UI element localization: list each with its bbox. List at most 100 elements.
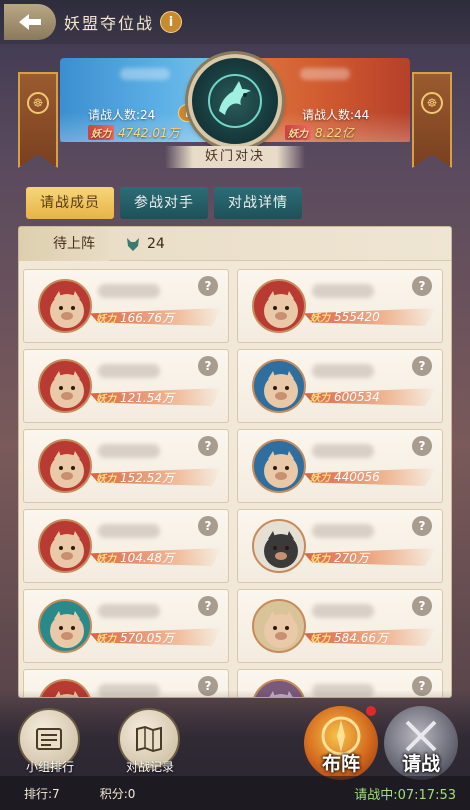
member-name: [312, 444, 374, 458]
battle-record-label: 对战记录: [125, 760, 174, 774]
right-power-label: 妖力: [285, 125, 311, 140]
member-card[interactable]: 妖力 152.52万 ?: [23, 429, 229, 503]
member-avatar: [252, 359, 306, 413]
member-name: [312, 364, 374, 378]
map-record-icon: [136, 725, 162, 753]
scroll-rank-icon: [36, 728, 62, 750]
rank-text: 排行:7: [24, 786, 60, 801]
member-name: [98, 524, 160, 538]
page-title: 妖盟夺位战: [64, 14, 155, 33]
member-card[interactable]: 妖力 584.66万 ?: [237, 589, 443, 663]
member-avatar: [38, 279, 92, 333]
member-power-label: 妖力: [310, 313, 330, 324]
member-power: 妖力 152.52万: [96, 469, 174, 486]
left-alliance-name: [120, 68, 170, 80]
left-challenge-count: 请战人数:24: [88, 108, 156, 122]
help-icon[interactable]: ?: [412, 276, 432, 296]
help-icon[interactable]: ?: [412, 516, 432, 536]
member-card[interactable]: 妖力 600534 ?: [237, 349, 443, 423]
member-name: [98, 604, 160, 618]
member-card[interactable]: 妖力 104.48万 ?: [23, 509, 229, 583]
center-medal-icon: [188, 54, 282, 148]
member-power: 妖力 440056: [310, 469, 380, 485]
member-power: 妖力 555420: [310, 309, 380, 325]
formation-button[interactable]: 布阵: [304, 706, 378, 780]
help-icon[interactable]: ?: [198, 436, 218, 456]
eagle-avatar-icon: [264, 531, 298, 568]
tab-challenge-members[interactable]: 请战成员: [26, 187, 114, 219]
help-icon[interactable]: ?: [198, 276, 218, 296]
left-banner-icon: ☸: [18, 72, 58, 168]
right-banner-icon: ☸: [412, 72, 452, 168]
member-avatar: [38, 599, 92, 653]
member-power-value: 152.52万: [120, 471, 174, 485]
member-avatar: [38, 519, 92, 573]
tab-battle-details[interactable]: 对战详情: [214, 187, 302, 219]
help-icon[interactable]: ?: [198, 596, 218, 616]
member-list-panel: 待上阵 24 妖力 166.76万 ? 妖力 555420 ? 妖力 121.5…: [18, 226, 452, 698]
member-power-label: 妖力: [310, 554, 330, 565]
member-name: [98, 364, 160, 378]
member-power-value: 555420: [334, 309, 380, 324]
notification-dot: [366, 706, 376, 716]
member-card[interactable]: 妖力 166.76万 ?: [23, 269, 229, 343]
help-icon[interactable]: ?: [198, 516, 218, 536]
member-power-label: 妖力: [96, 634, 116, 645]
member-power-value: 270万: [334, 551, 369, 565]
member-power-value: 440056: [334, 469, 380, 484]
war-status-timer: 请战中:07:17:53: [354, 788, 456, 803]
member-avatar: [252, 599, 306, 653]
formation-label: 布阵: [321, 753, 360, 775]
back-arrow-icon: [19, 14, 41, 30]
member-power: 妖力 166.76万: [96, 309, 174, 326]
right-power-value: 8.22亿: [315, 126, 354, 140]
help-icon[interactable]: ?: [412, 436, 432, 456]
member-power-label: 妖力: [310, 393, 330, 404]
status-label: 待上阵: [19, 227, 109, 261]
score-text: 积分:0: [99, 786, 136, 801]
member-power-value: 104.48万: [120, 551, 174, 565]
member-card[interactable]: 妖力 121.54万 ?: [23, 349, 229, 423]
member-power: 妖力 121.54万: [96, 389, 174, 406]
tab-bar: 请战成员 参战对手 对战详情: [26, 187, 302, 219]
challenge-label: 请战: [401, 753, 440, 775]
member-power-label: 妖力: [310, 634, 330, 645]
member-card[interactable]: 妖力 270万 ?: [237, 509, 443, 583]
boar-red-avatar-icon: [264, 291, 298, 328]
member-power-label: 妖力: [96, 314, 116, 325]
member-power-label: 妖力: [96, 474, 116, 485]
versus-banner: ☸ ☸ 请战人数:24 i 妖力 4742.01万 请战人数:44 妖力 8.2…: [0, 54, 470, 168]
dragon-emblem-icon: [208, 74, 262, 128]
right-power: 妖力 8.22亿: [285, 124, 354, 141]
panel-header: 待上阵 24: [19, 227, 451, 261]
left-power-label: 妖力: [88, 125, 114, 140]
member-card[interactable]: 妖力 440056 ?: [237, 429, 443, 503]
member-avatar: [252, 279, 306, 333]
member-avatar: [38, 359, 92, 413]
member-card[interactable]: 妖力 570.05万 ?: [23, 589, 229, 663]
member-avatar: [38, 439, 92, 493]
member-power: 妖力 584.66万: [310, 629, 388, 646]
member-card[interactable]: 妖力 555420 ?: [237, 269, 443, 343]
member-power: 妖力 270万: [310, 549, 369, 566]
tab-opponents[interactable]: 参战对手: [120, 187, 208, 219]
help-icon[interactable]: ?: [412, 596, 432, 616]
back-button[interactable]: [4, 4, 56, 40]
challenge-button[interactable]: 请战: [384, 706, 458, 780]
boar-red-avatar-icon: [50, 371, 84, 408]
match-subtitle: 妖门对决: [165, 146, 305, 168]
member-power-label: 妖力: [310, 473, 330, 484]
boar-red-avatar-icon: [50, 531, 84, 568]
member-avatar: [252, 439, 306, 493]
info-icon[interactable]: i: [160, 11, 183, 33]
member-count-value: 24: [147, 235, 165, 252]
boar-teal-avatar-icon: [50, 611, 84, 648]
member-power: 妖力 600534: [310, 389, 380, 405]
member-count: 24: [125, 236, 165, 252]
help-icon[interactable]: ?: [198, 356, 218, 376]
member-avatar: [252, 519, 306, 573]
member-power-value: 600534: [334, 389, 380, 404]
help-icon[interactable]: ?: [412, 356, 432, 376]
member-power-label: 妖力: [96, 554, 116, 565]
member-power: 妖力 104.48万: [96, 549, 174, 566]
